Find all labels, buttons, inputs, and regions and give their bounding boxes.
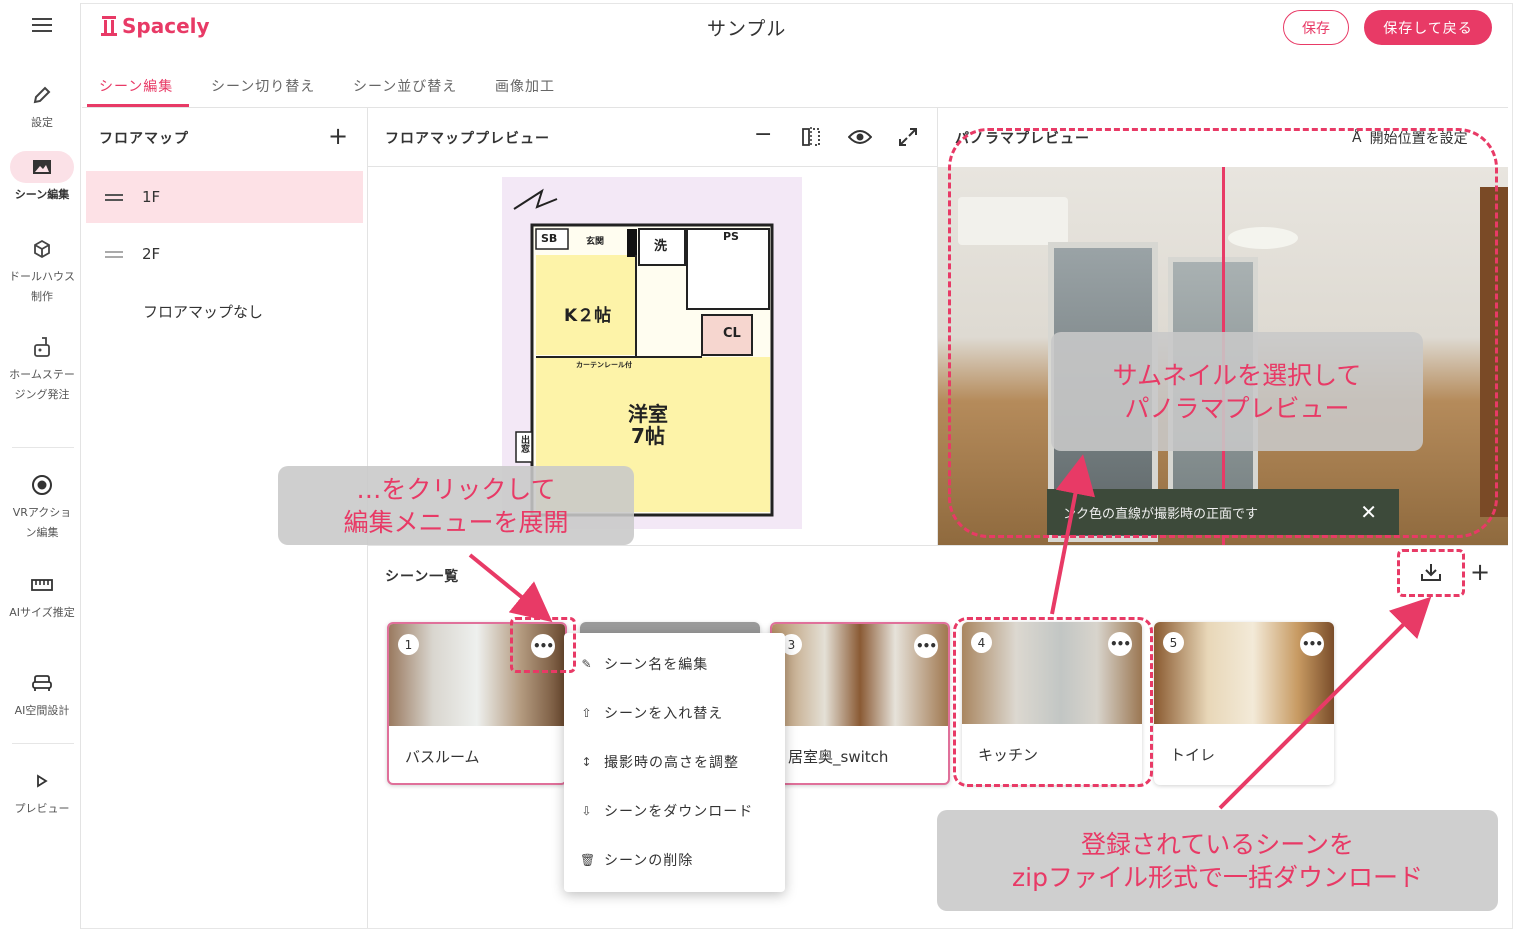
callout-line: zipファイル形式で一括ダウンロード <box>1012 862 1423 892</box>
callout-line: 編集メニューを展開 <box>343 507 569 537</box>
callout-line: サムネイルを選択して <box>1112 360 1362 390</box>
callout-line: …をクリックして <box>356 474 556 504</box>
annotation-download: 登録されているシーンを zipファイル形式で一括ダウンロード <box>937 810 1498 911</box>
callout-line: パノラマプレビュー <box>1124 393 1350 423</box>
annotation-arrows <box>468 454 1432 810</box>
annotation-menu: …をクリックして 編集メニューを展開 <box>278 466 634 545</box>
annotation-panorama: サムネイルを選択して パノラマプレビュー <box>1051 332 1423 451</box>
callout-line: 登録されているシーンを <box>1080 829 1354 859</box>
